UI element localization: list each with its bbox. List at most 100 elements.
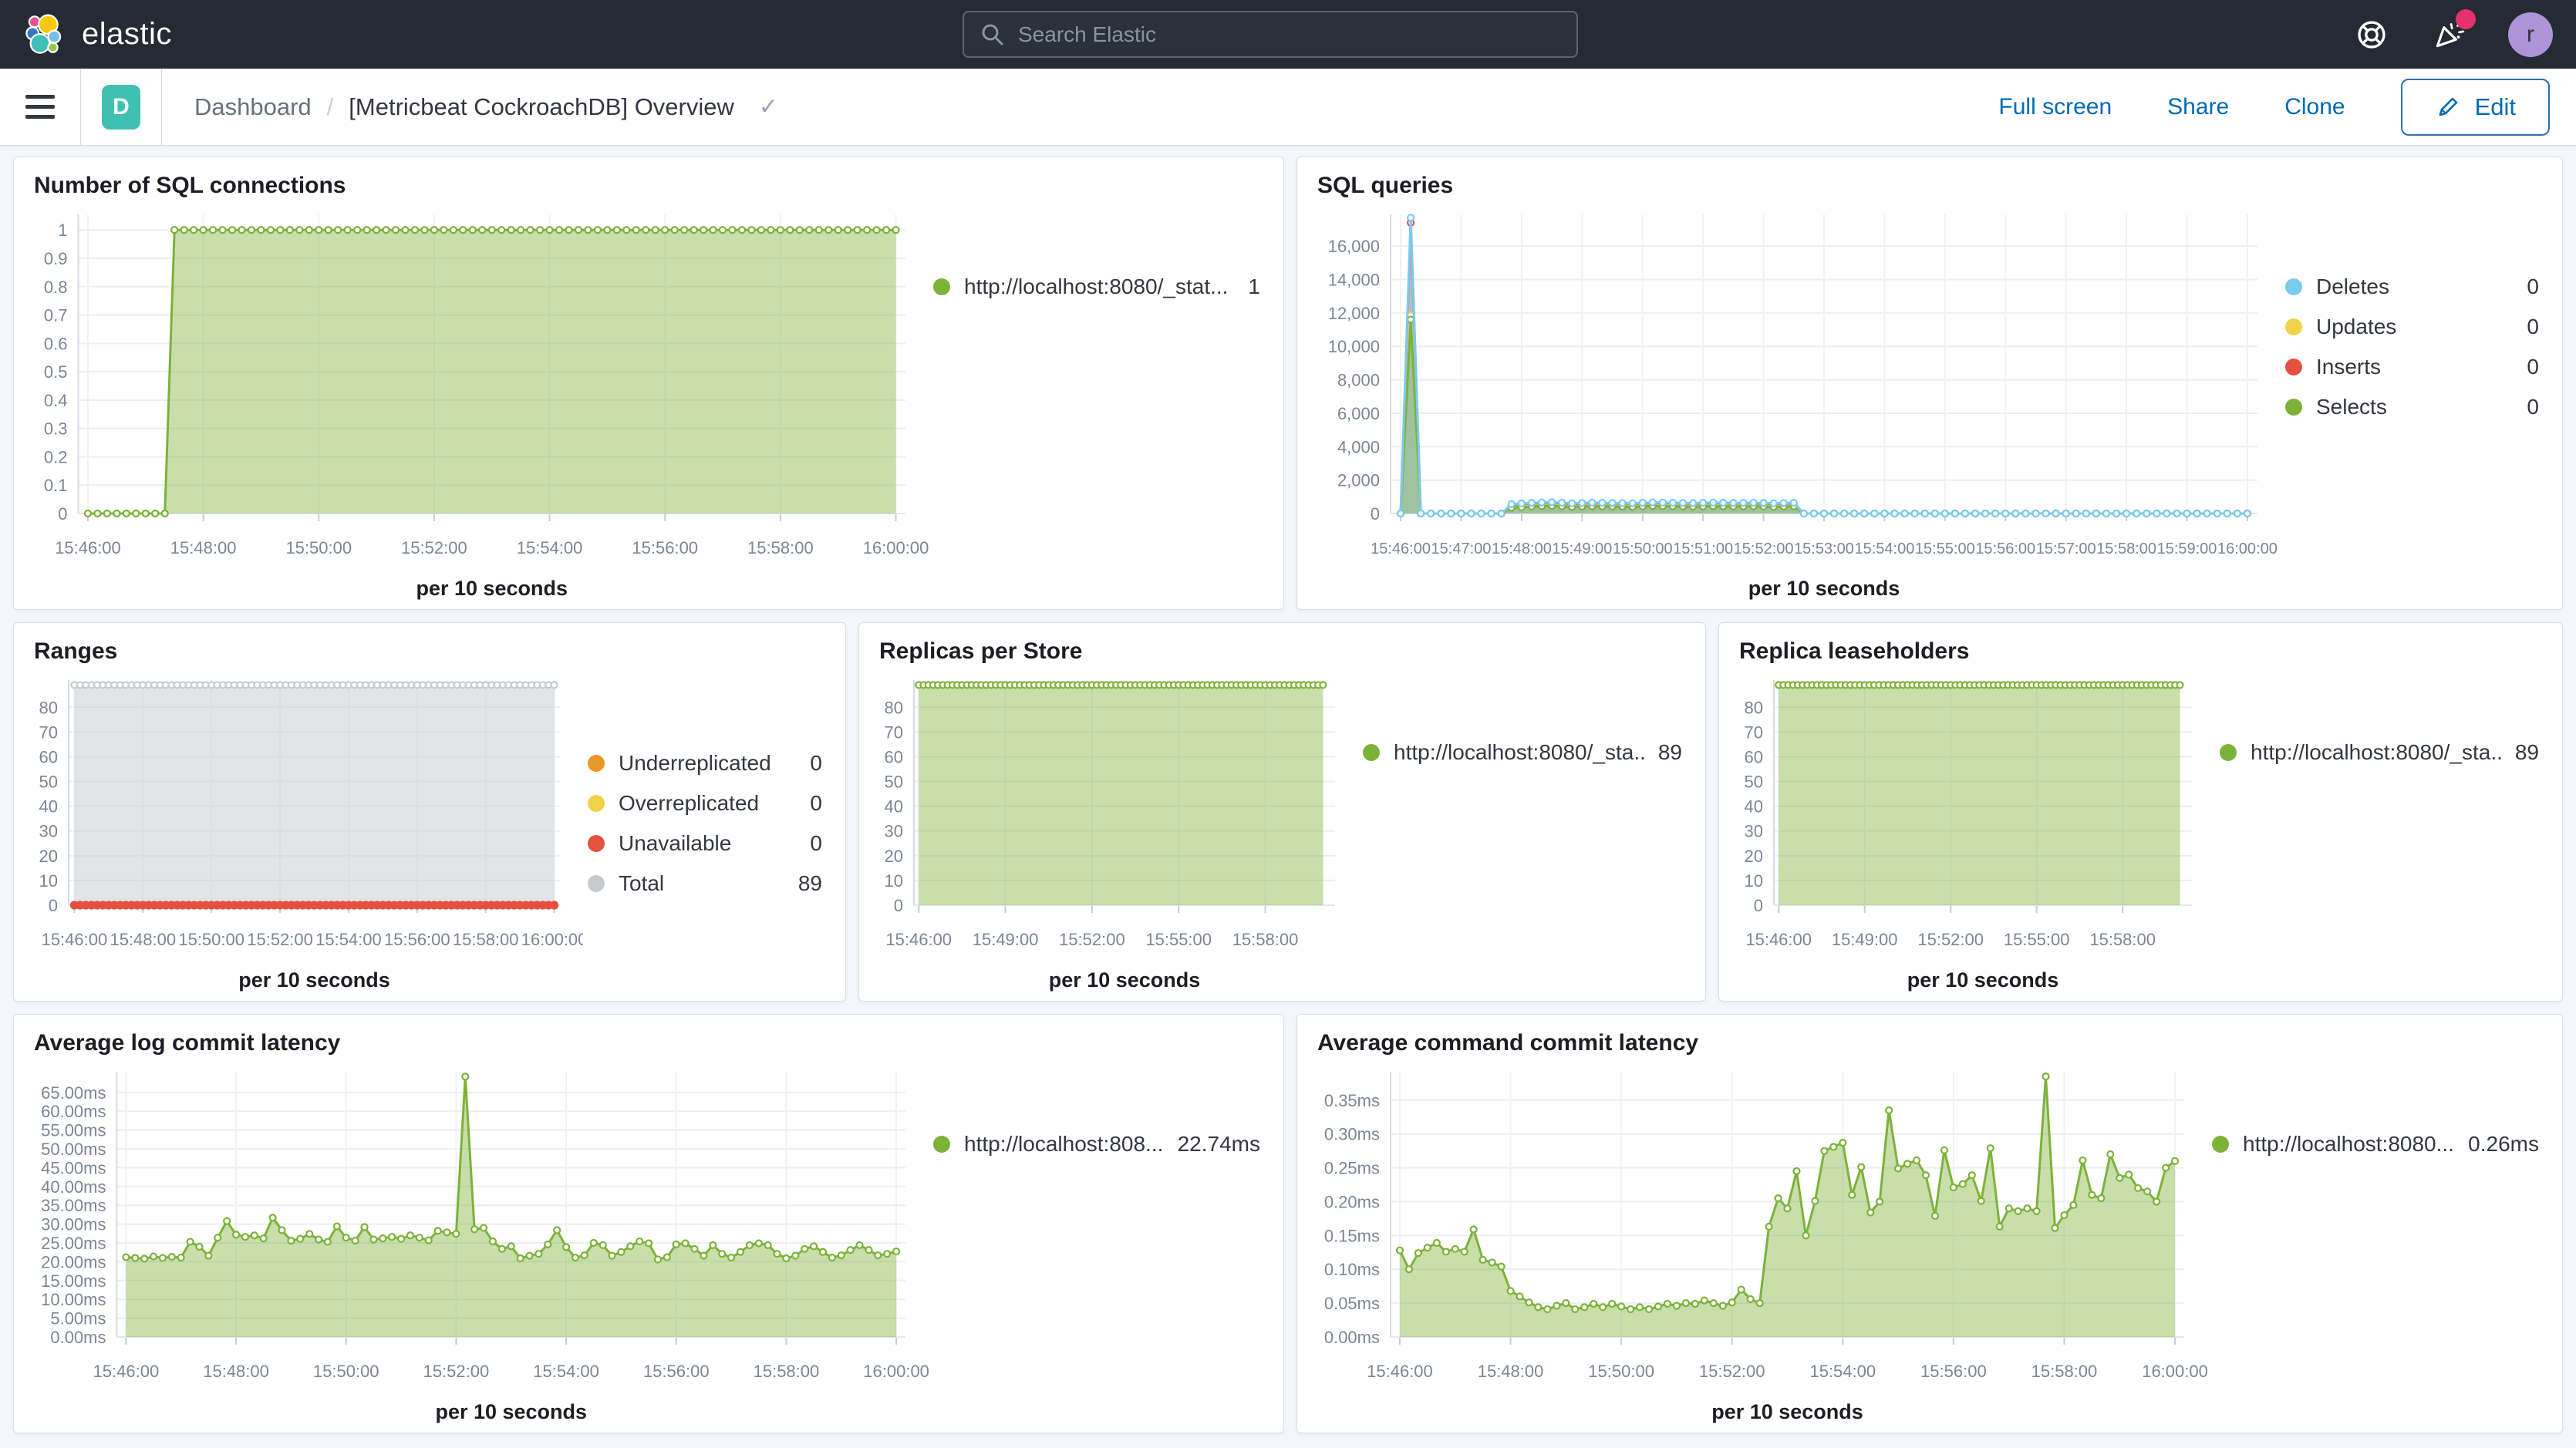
- legend-item[interactable]: Updates0: [2285, 315, 2539, 339]
- svg-text:per 10 seconds: per 10 seconds: [1711, 1400, 1863, 1423]
- legend-item[interactable]: http://localhost:8080...0.26ms: [2212, 1132, 2539, 1157]
- svg-text:15:50:00: 15:50:00: [1613, 540, 1673, 557]
- svg-text:65.00ms: 65.00ms: [41, 1083, 106, 1103]
- check-icon[interactable]: ✓: [759, 93, 778, 120]
- svg-text:16:00:00: 16:00:00: [863, 1362, 929, 1381]
- share-button[interactable]: Share: [2167, 94, 2229, 120]
- search-input[interactable]: Search Elastic: [963, 11, 1578, 58]
- dashboard-app-badge[interactable]: D: [102, 85, 140, 130]
- svg-text:40: 40: [1745, 797, 1763, 817]
- svg-text:0.3: 0.3: [44, 419, 68, 439]
- chart-canvas-ranges[interactable]: 0102030405060708015:46:0015:48:0015:50:0…: [29, 666, 583, 996]
- user-avatar[interactable]: r: [2508, 12, 2553, 57]
- svg-text:per 10 seconds: per 10 seconds: [416, 577, 568, 600]
- svg-text:per 10 seconds: per 10 seconds: [1748, 577, 1900, 600]
- svg-text:15:52:00: 15:52:00: [247, 930, 313, 949]
- svg-text:0.9: 0.9: [44, 249, 68, 268]
- chart-canvas-replicas-per-store[interactable]: 0102030405060708015:46:0015:49:0015:52:0…: [875, 666, 1358, 996]
- breadcrumb: Dashboard / [Metricbeat CockroachDB] Ove…: [194, 93, 778, 121]
- legend-series-dot: [2220, 744, 2237, 761]
- chart-canvas-command-commit-latency[interactable]: 0.00ms0.05ms0.10ms0.15ms0.20ms0.25ms0.30…: [1313, 1058, 2207, 1428]
- svg-text:80: 80: [39, 698, 58, 717]
- legend-item[interactable]: Underreplicated 0: [588, 751, 822, 776]
- svg-text:16:00:00: 16:00:00: [2142, 1362, 2207, 1381]
- full-screen-button[interactable]: Full screen: [1998, 94, 2112, 120]
- legend-series-value: 0: [810, 751, 822, 776]
- svg-text:70: 70: [1745, 722, 1763, 742]
- help-button[interactable]: [2354, 17, 2389, 52]
- svg-text:70: 70: [39, 722, 58, 742]
- dashboard-toolbar: D Dashboard / [Metricbeat CockroachDB] O…: [0, 69, 2576, 146]
- legend-series-label: http://localhost:808...: [964, 1132, 1163, 1157]
- svg-text:60: 60: [1745, 747, 1763, 766]
- svg-text:50.00ms: 50.00ms: [41, 1140, 106, 1159]
- notification-badge: [2456, 9, 2476, 29]
- svg-text:15:55:00: 15:55:00: [1915, 540, 1975, 557]
- svg-text:15:48:00: 15:48:00: [170, 538, 237, 557]
- svg-text:15:50:00: 15:50:00: [1588, 1362, 1654, 1381]
- legend-item[interactable]: http://localhost:8080/_sta...89: [2220, 740, 2539, 765]
- panel-row-3: Average log commit latency 0.00ms5.00ms1…: [13, 1014, 2563, 1433]
- svg-text:0: 0: [49, 896, 58, 915]
- svg-text:15:48:00: 15:48:00: [203, 1362, 269, 1381]
- panel-sql-queries: SQL queries 02,0004,0006,0008,00010,0001…: [1296, 157, 2563, 610]
- edit-button[interactable]: Edit: [2401, 79, 2550, 136]
- svg-text:15:46:00: 15:46:00: [885, 930, 952, 949]
- legend-series-dot: [1363, 744, 1380, 761]
- legend-series-label: http://localhost:8080...: [2243, 1132, 2454, 1157]
- svg-text:16:00:00: 16:00:00: [521, 930, 583, 949]
- legend-series-value: 1: [1248, 274, 1260, 299]
- breadcrumb-dashboard[interactable]: Dashboard: [194, 93, 312, 121]
- svg-text:15:56:00: 15:56:00: [1920, 1362, 1987, 1381]
- panel-title: Replicas per Store: [879, 638, 1698, 665]
- svg-text:15:56:00: 15:56:00: [384, 930, 450, 949]
- svg-text:15:52:00: 15:52:00: [1699, 1362, 1765, 1381]
- chart-canvas-log-commit-latency[interactable]: 0.00ms5.00ms10.00ms15.00ms20.00ms25.00ms…: [29, 1058, 929, 1428]
- chart-canvas-sql-queries[interactable]: 02,0004,0006,0008,00010,00012,00014,0001…: [1313, 200, 2281, 604]
- svg-text:15:50:00: 15:50:00: [313, 1362, 379, 1381]
- panel-replicas-per-store: Replicas per Store 0102030405060708015:4…: [858, 622, 1706, 1002]
- newsfeed-button[interactable]: [2431, 17, 2466, 52]
- elastic-logo[interactable]: elastic: [23, 13, 172, 56]
- legend-item[interactable]: http://localhost:8080/_sta...89: [1363, 740, 1682, 765]
- legend-item[interactable]: Deletes0: [2285, 274, 2539, 299]
- legend-series-value: 0: [810, 831, 822, 856]
- svg-text:15:59:00: 15:59:00: [2157, 540, 2217, 557]
- svg-text:0.7: 0.7: [44, 306, 68, 325]
- svg-text:16:00:00: 16:00:00: [863, 538, 929, 557]
- clone-button[interactable]: Clone: [2284, 94, 2345, 120]
- svg-text:0.00ms: 0.00ms: [50, 1328, 106, 1347]
- top-header-bar: elastic Search Elastic: [0, 0, 2576, 69]
- svg-text:0.1: 0.1: [44, 476, 68, 495]
- svg-text:15:46:00: 15:46:00: [55, 538, 121, 557]
- svg-text:2,000: 2,000: [1337, 471, 1380, 490]
- legend-item[interactable]: Unavailable0: [588, 831, 822, 856]
- chart-canvas-replica-leaseholders[interactable]: 0102030405060708015:46:0015:49:0015:52:0…: [1735, 666, 2215, 996]
- legend-series-label: Overreplicated: [619, 791, 759, 816]
- svg-text:15:57:00: 15:57:00: [2036, 540, 2096, 557]
- legend-series-value: 0: [2527, 274, 2539, 299]
- svg-text:15:56:00: 15:56:00: [1975, 540, 2035, 557]
- panel-row-1: Number of SQL connections 00.10.20.30.40…: [13, 157, 2563, 610]
- legend-item[interactable]: http://localhost:8080/_stat...1: [933, 274, 1260, 299]
- legend-series-value: 0: [2527, 315, 2539, 339]
- legend-item[interactable]: Selects0: [2285, 395, 2539, 419]
- legend-series-label: Underreplicated: [619, 751, 771, 776]
- chart-canvas-sql-connections[interactable]: 00.10.20.30.40.50.60.70.80.9115:46:0015:…: [29, 200, 929, 604]
- legend-item[interactable]: Total89: [588, 871, 822, 896]
- svg-text:15:54:00: 15:54:00: [533, 1362, 599, 1381]
- svg-text:25.00ms: 25.00ms: [41, 1234, 106, 1253]
- svg-text:55.00ms: 55.00ms: [41, 1121, 106, 1140]
- legend-item[interactable]: Inserts0: [2285, 355, 2539, 379]
- svg-text:per 10 seconds: per 10 seconds: [238, 968, 390, 992]
- edit-button-label: Edit: [2475, 93, 2516, 121]
- panel-row-2: Ranges 0102030405060708015:46:0015:48:00…: [13, 622, 2563, 1002]
- svg-text:80: 80: [1745, 698, 1763, 717]
- legend-series-dot: [588, 795, 605, 812]
- svg-text:10: 10: [39, 871, 58, 891]
- svg-text:0.20ms: 0.20ms: [1324, 1192, 1380, 1211]
- legend-item[interactable]: http://localhost:808...22.74ms: [933, 1132, 1260, 1157]
- svg-text:80: 80: [885, 698, 903, 717]
- menu-button[interactable]: [0, 69, 80, 145]
- legend-item[interactable]: Overreplicated0: [588, 791, 822, 816]
